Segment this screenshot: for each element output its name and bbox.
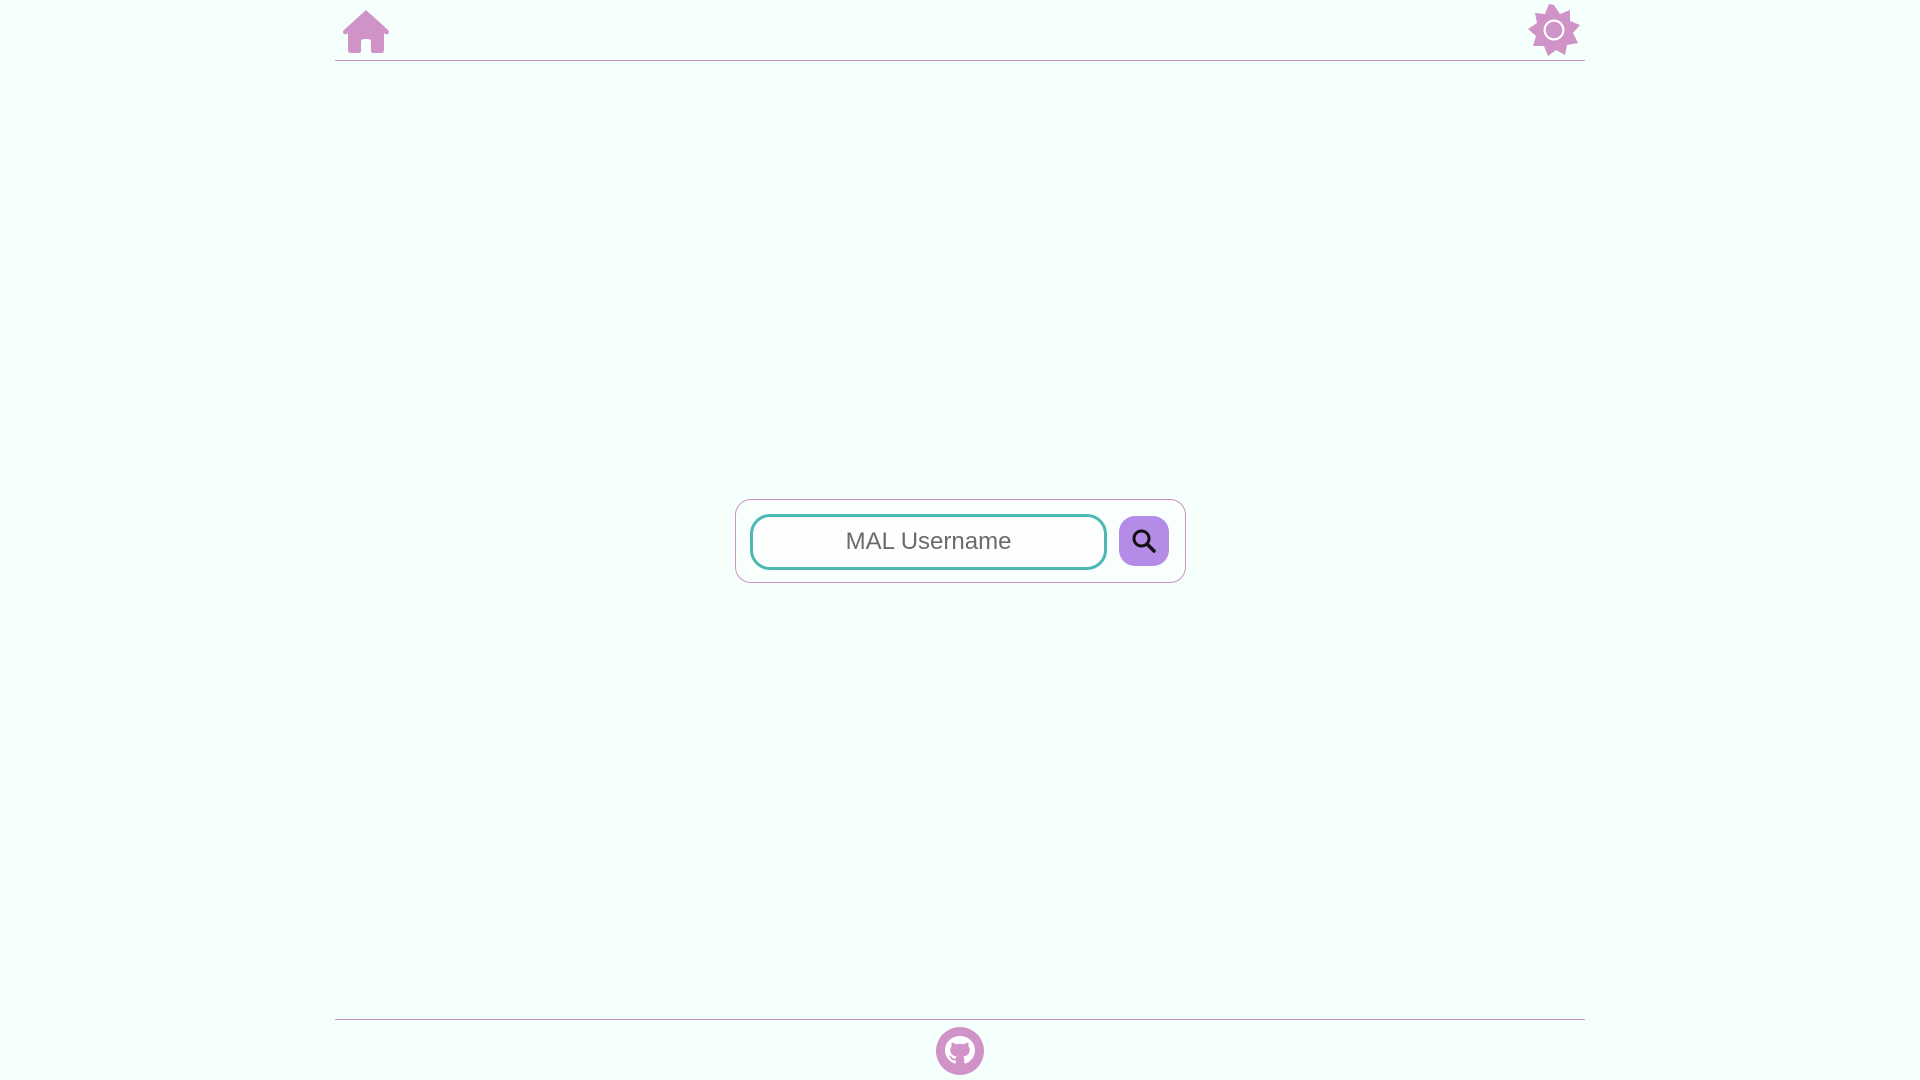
theme-toggle-button[interactable]: [1527, 3, 1581, 57]
github-link[interactable]: [935, 1026, 985, 1076]
search-card: [735, 499, 1186, 583]
footer: [335, 1019, 1585, 1080]
sun-icon: [1527, 3, 1581, 57]
top-header: [335, 0, 1585, 61]
github-icon: [935, 1026, 985, 1076]
search-button[interactable]: [1119, 516, 1169, 566]
home-icon: [340, 5, 392, 57]
mal-username-input[interactable]: [750, 514, 1107, 570]
home-button[interactable]: [340, 5, 392, 57]
search-icon: [1131, 528, 1157, 554]
